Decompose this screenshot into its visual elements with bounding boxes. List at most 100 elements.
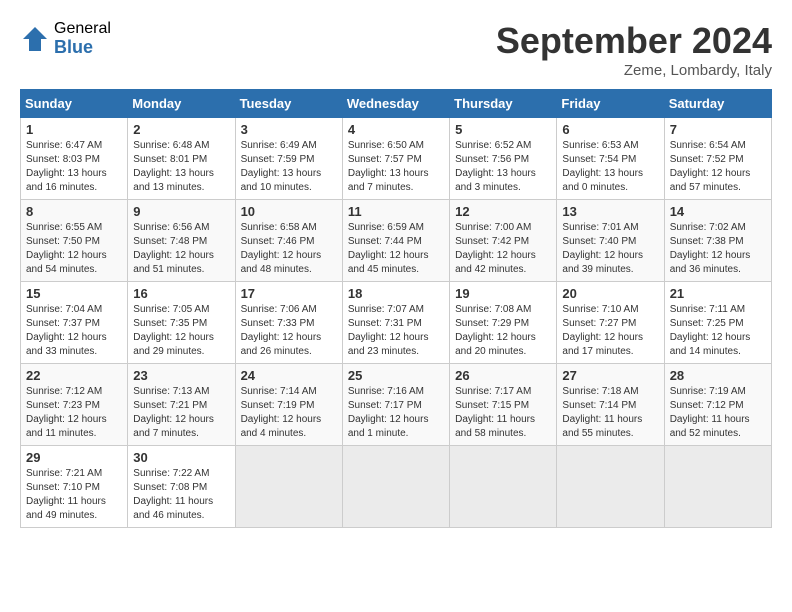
calendar-week-row: 8 Sunrise: 6:55 AMSunset: 7:50 PMDaylight…	[21, 200, 772, 282]
cell-info: Sunrise: 6:50 AMSunset: 7:57 PMDaylight:…	[348, 139, 444, 195]
day-number: 15	[26, 286, 122, 301]
day-number: 28	[670, 368, 766, 383]
calendar-cell: 21Sunrise: 7:11 AMSunset: 7:25 PMDayligh…	[664, 282, 771, 364]
calendar-cell: 18Sunrise: 7:07 AMSunset: 7:31 PMDayligh…	[342, 282, 449, 364]
cell-info: Sunrise: 7:17 AMSunset: 7:15 PMDaylight:…	[455, 385, 551, 441]
calendar-cell: 4 Sunrise: 6:50 AMSunset: 7:57 PMDaylight…	[342, 118, 449, 200]
logo-blue: Blue	[54, 38, 111, 58]
calendar-cell	[342, 446, 449, 528]
calendar-week-row: 22Sunrise: 7:12 AMSunset: 7:23 PMDayligh…	[21, 364, 772, 446]
day-number: 1	[26, 122, 122, 137]
cell-info: Sunrise: 7:12 AMSunset: 7:23 PMDaylight:…	[26, 385, 122, 441]
day-number: 23	[133, 368, 229, 383]
day-number: 5	[455, 122, 551, 137]
calendar-cell: 28Sunrise: 7:19 AMSunset: 7:12 PMDayligh…	[664, 364, 771, 446]
column-header-friday: Friday	[557, 90, 664, 118]
calendar-cell: 16Sunrise: 7:05 AMSunset: 7:35 PMDayligh…	[128, 282, 235, 364]
day-number: 12	[455, 204, 551, 219]
calendar-cell: 20 Sunrise: 7:10 AMSunset: 7:27 PMDayligh…	[557, 282, 664, 364]
calendar-body: 1 Sunrise: 6:47 AMSunset: 8:03 PMDaylight…	[21, 118, 772, 528]
logo-general: General	[54, 20, 111, 38]
calendar-cell: 19 Sunrise: 7:08 AMSunset: 7:29 PMDayligh…	[450, 282, 557, 364]
calendar-cell	[664, 446, 771, 528]
cell-info: Sunrise: 7:01 AMSunset: 7:40 PMDaylight:…	[562, 221, 658, 277]
cell-info: Sunrise: 7:02 AMSunset: 7:38 PMDaylight:…	[670, 221, 766, 277]
location: Zeme, Lombardy, Italy	[496, 62, 772, 79]
day-number: 26	[455, 368, 551, 383]
day-number: 13	[562, 204, 658, 219]
logo: General Blue	[20, 20, 111, 57]
calendar-cell: 1 Sunrise: 6:47 AMSunset: 8:03 PMDaylight…	[21, 118, 128, 200]
calendar-cell: 27Sunrise: 7:18 AMSunset: 7:14 PMDayligh…	[557, 364, 664, 446]
calendar-cell: 5 Sunrise: 6:52 AMSunset: 7:56 PMDaylight…	[450, 118, 557, 200]
day-number: 6	[562, 122, 658, 137]
cell-info: Sunrise: 6:48 AMSunset: 8:01 PMDaylight:…	[133, 139, 229, 195]
cell-info: Sunrise: 7:04 AMSunset: 7:37 PMDaylight:…	[26, 303, 122, 359]
cell-info: Sunrise: 7:16 AMSunset: 7:17 PMDaylight:…	[348, 385, 444, 441]
column-header-wednesday: Wednesday	[342, 90, 449, 118]
cell-info: Sunrise: 7:18 AMSunset: 7:14 PMDaylight:…	[562, 385, 658, 441]
cell-info: Sunrise: 6:58 AMSunset: 7:46 PMDaylight:…	[241, 221, 337, 277]
cell-info: Sunrise: 7:21 AMSunset: 7:10 PMDaylight:…	[26, 467, 122, 523]
calendar-cell: 8 Sunrise: 6:55 AMSunset: 7:50 PMDaylight…	[21, 200, 128, 282]
calendar-table: SundayMondayTuesdayWednesdayThursdayFrid…	[20, 89, 772, 528]
calendar-cell: 12 Sunrise: 7:00 AMSunset: 7:42 PMDayligh…	[450, 200, 557, 282]
day-number: 4	[348, 122, 444, 137]
cell-info: Sunrise: 6:47 AMSunset: 8:03 PMDaylight:…	[26, 139, 122, 195]
calendar-cell: 29Sunrise: 7:21 AMSunset: 7:10 PMDayligh…	[21, 446, 128, 528]
cell-info: Sunrise: 6:55 AMSunset: 7:50 PMDaylight:…	[26, 221, 122, 277]
day-number: 30	[133, 450, 229, 465]
calendar-cell	[557, 446, 664, 528]
cell-info: Sunrise: 7:14 AMSunset: 7:19 PMDaylight:…	[241, 385, 337, 441]
calendar-cell: 25 Sunrise: 7:16 AMSunset: 7:17 PMDayligh…	[342, 364, 449, 446]
cell-info: Sunrise: 6:49 AMSunset: 7:59 PMDaylight:…	[241, 139, 337, 195]
cell-info: Sunrise: 6:52 AMSunset: 7:56 PMDaylight:…	[455, 139, 551, 195]
cell-info: Sunrise: 7:08 AMSunset: 7:29 PMDaylight:…	[455, 303, 551, 359]
day-number: 19	[455, 286, 551, 301]
logo-icon	[20, 24, 50, 54]
cell-info: Sunrise: 6:54 AMSunset: 7:52 PMDaylight:…	[670, 139, 766, 195]
cell-info: Sunrise: 7:22 AMSunset: 7:08 PMDaylight:…	[133, 467, 229, 523]
calendar-cell: 3 Sunrise: 6:49 AMSunset: 7:59 PMDaylight…	[235, 118, 342, 200]
calendar-cell: 26 Sunrise: 7:17 AMSunset: 7:15 PMDayligh…	[450, 364, 557, 446]
page-header: General Blue September 2024 Zeme, Lombar…	[20, 20, 772, 79]
column-header-saturday: Saturday	[664, 90, 771, 118]
calendar-cell: 14Sunrise: 7:02 AMSunset: 7:38 PMDayligh…	[664, 200, 771, 282]
column-header-thursday: Thursday	[450, 90, 557, 118]
day-number: 8	[26, 204, 122, 219]
day-number: 25	[348, 368, 444, 383]
day-number: 9	[133, 204, 229, 219]
day-number: 3	[241, 122, 337, 137]
calendar-cell: 6 Sunrise: 6:53 AMSunset: 7:54 PMDaylight…	[557, 118, 664, 200]
calendar-cell: 15 Sunrise: 7:04 AMSunset: 7:37 PMDayligh…	[21, 282, 128, 364]
day-number: 20	[562, 286, 658, 301]
day-number: 2	[133, 122, 229, 137]
calendar-week-row: 29Sunrise: 7:21 AMSunset: 7:10 PMDayligh…	[21, 446, 772, 528]
cell-info: Sunrise: 6:59 AMSunset: 7:44 PMDaylight:…	[348, 221, 444, 277]
calendar-cell: 2 Sunrise: 6:48 AMSunset: 8:01 PMDaylight…	[128, 118, 235, 200]
cell-info: Sunrise: 7:10 AMSunset: 7:27 PMDaylight:…	[562, 303, 658, 359]
cell-info: Sunrise: 7:00 AMSunset: 7:42 PMDaylight:…	[455, 221, 551, 277]
calendar-cell: 24 Sunrise: 7:14 AMSunset: 7:19 PMDayligh…	[235, 364, 342, 446]
calendar-cell: 13 Sunrise: 7:01 AMSunset: 7:40 PMDayligh…	[557, 200, 664, 282]
day-number: 16	[133, 286, 229, 301]
calendar-week-row: 15 Sunrise: 7:04 AMSunset: 7:37 PMDayligh…	[21, 282, 772, 364]
calendar-cell: 17Sunrise: 7:06 AMSunset: 7:33 PMDayligh…	[235, 282, 342, 364]
calendar-header-row: SundayMondayTuesdayWednesdayThursdayFrid…	[21, 90, 772, 118]
cell-info: Sunrise: 6:53 AMSunset: 7:54 PMDaylight:…	[562, 139, 658, 195]
day-number: 10	[241, 204, 337, 219]
calendar-cell: 22Sunrise: 7:12 AMSunset: 7:23 PMDayligh…	[21, 364, 128, 446]
calendar-cell: 9 Sunrise: 6:56 AMSunset: 7:48 PMDaylight…	[128, 200, 235, 282]
cell-info: Sunrise: 6:56 AMSunset: 7:48 PMDaylight:…	[133, 221, 229, 277]
calendar-cell: 11Sunrise: 6:59 AMSunset: 7:44 PMDayligh…	[342, 200, 449, 282]
day-number: 21	[670, 286, 766, 301]
calendar-cell	[235, 446, 342, 528]
day-number: 17	[241, 286, 337, 301]
column-header-sunday: Sunday	[21, 90, 128, 118]
logo-text: General Blue	[54, 20, 111, 57]
day-number: 24	[241, 368, 337, 383]
day-number: 18	[348, 286, 444, 301]
cell-info: Sunrise: 7:13 AMSunset: 7:21 PMDaylight:…	[133, 385, 229, 441]
calendar-cell: 30 Sunrise: 7:22 AMSunset: 7:08 PMDayligh…	[128, 446, 235, 528]
calendar-cell: 7Sunrise: 6:54 AMSunset: 7:52 PMDaylight…	[664, 118, 771, 200]
